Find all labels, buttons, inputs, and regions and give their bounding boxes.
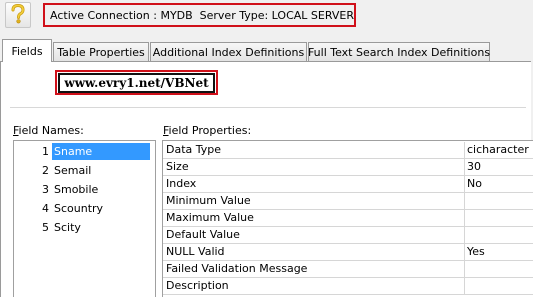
property-name: Description — [166, 279, 229, 292]
property-row[interactable]: Size 30 — [163, 159, 533, 176]
property-value: No — [467, 177, 482, 190]
field-name[interactable]: Scity — [52, 219, 150, 236]
list-item[interactable]: 5 Scity — [14, 218, 155, 237]
list-item[interactable]: 4 Scountry — [14, 199, 155, 218]
property-value: 30 — [467, 160, 481, 173]
connection-info-box: Active Connection : MYDB Server Type: LO… — [43, 3, 356, 27]
property-row[interactable]: Maximum Value — [163, 210, 533, 227]
property-value-cell[interactable] — [464, 210, 533, 226]
list-item[interactable]: 1 Sname — [14, 142, 155, 161]
tab-label: Full Text Search Index Definitions — [307, 45, 491, 59]
property-value-cell[interactable]: No — [464, 176, 533, 192]
tab-strip: Fields Table Properties Additional Index… — [0, 33, 533, 62]
property-name: Index — [166, 177, 197, 190]
divider — [10, 107, 526, 108]
field-number: 2 — [42, 164, 49, 177]
tab-full-text-search-index-definitions[interactable]: Full Text Search Index Definitions — [308, 42, 490, 61]
field-name[interactable]: Semail — [52, 162, 150, 179]
field-number: 3 — [42, 183, 49, 196]
property-name: Size — [166, 160, 189, 173]
list-item[interactable]: 3 Smobile — [14, 180, 155, 199]
list-item[interactable]: 2 Semail — [14, 161, 155, 180]
property-name: Maximum Value — [166, 211, 254, 224]
tab-label: Table Properties — [57, 45, 145, 59]
property-value-cell[interactable]: 30 — [464, 159, 533, 175]
field-number: 5 — [42, 221, 49, 234]
tab-label: Additional Index Definitions — [152, 45, 305, 59]
field-names-list[interactable]: 1 Sname 2 Semail 3 Smobile 4 Scountry 5 … — [13, 140, 156, 297]
watermark-box: www.evry1.net/VBNet — [55, 70, 218, 95]
active-connection-label: Active Connection : MYDB — [50, 8, 193, 22]
property-row[interactable]: Description — [163, 278, 533, 295]
property-value-cell[interactable] — [464, 193, 533, 209]
property-row[interactable]: Default Value — [163, 227, 533, 244]
tab-fields[interactable]: Fields — [2, 39, 52, 62]
field-number: 4 — [42, 202, 49, 215]
question-mark-icon — [10, 3, 26, 27]
watermark-url: www.evry1.net/VBNet — [58, 72, 215, 93]
tab-label: Fields — [11, 44, 43, 58]
field-name[interactable]: Smobile — [52, 181, 150, 198]
property-name: Data Type — [166, 143, 222, 156]
property-value: Yes — [467, 245, 485, 258]
server-type-label: Server Type: LOCAL SERVER — [199, 8, 354, 22]
field-properties-grid[interactable]: Data Type cicharacter Size 30 Index No M… — [162, 140, 533, 297]
property-row[interactable]: Minimum Value — [163, 193, 533, 210]
tab-table-properties[interactable]: Table Properties — [53, 42, 149, 61]
tab-additional-index-definitions[interactable]: Additional Index Definitions — [150, 42, 307, 61]
property-name: Failed Validation Message — [166, 262, 308, 275]
field-name[interactable]: Scountry — [52, 200, 150, 217]
property-name: Default Value — [166, 228, 240, 241]
property-value-cell[interactable]: Yes — [464, 244, 533, 260]
property-value-cell[interactable]: cicharacter — [464, 142, 533, 158]
field-name[interactable]: Sname — [52, 143, 150, 160]
property-value: cicharacter — [467, 143, 529, 156]
property-value-cell[interactable] — [464, 227, 533, 243]
property-value-cell[interactable] — [464, 261, 533, 277]
property-row[interactable]: Failed Validation Message — [163, 261, 533, 278]
help-button[interactable] — [5, 2, 31, 28]
property-value-cell[interactable] — [464, 278, 533, 294]
field-properties-label: Field Properties: — [163, 124, 252, 137]
field-names-label: Field Names: — [13, 124, 84, 137]
property-row[interactable]: Data Type cicharacter — [163, 142, 533, 159]
property-name: NULL Valid — [166, 245, 225, 258]
property-name: Minimum Value — [166, 194, 251, 207]
field-number: 1 — [42, 145, 49, 158]
property-row[interactable]: NULL Valid Yes — [163, 244, 533, 261]
property-row[interactable]: Index No — [163, 176, 533, 193]
